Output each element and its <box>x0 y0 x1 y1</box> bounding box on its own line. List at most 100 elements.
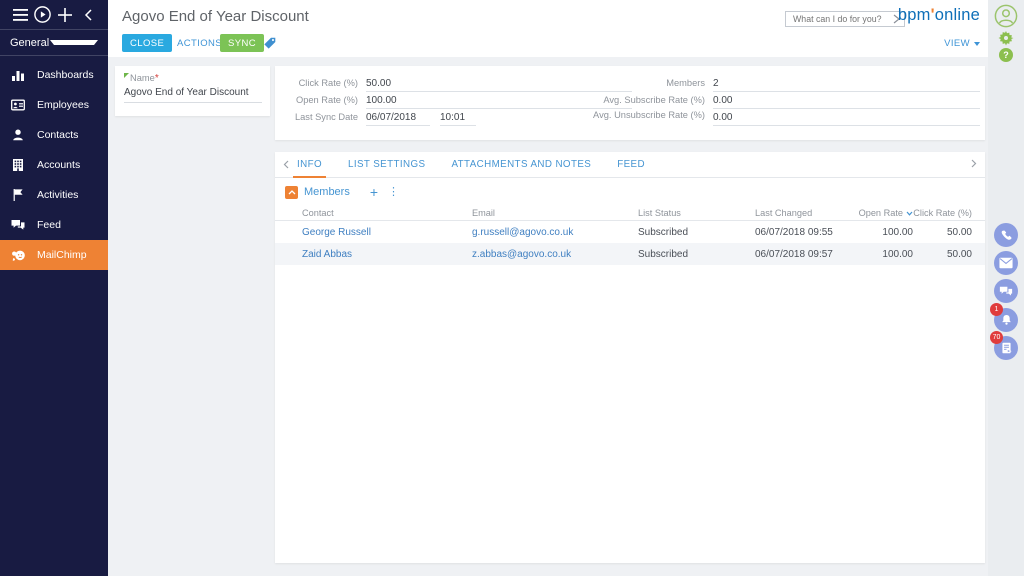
view-label: VIEW <box>944 38 970 49</box>
contacts-icon <box>10 127 27 144</box>
modified-marker-icon <box>124 73 129 78</box>
task-badge: 70 <box>990 331 1003 344</box>
collapse-section-icon[interactable] <box>285 185 298 199</box>
sidebar-item-label: Contacts <box>37 129 79 141</box>
command-line-search <box>785 11 905 27</box>
content-area: Name* Agovo End of Year Discount Click R… <box>108 57 988 576</box>
contact-link[interactable]: George Russell <box>302 227 472 238</box>
members-count-value[interactable]: 2 <box>713 78 980 92</box>
table-row[interactable]: Zaid Abbas z.abbas@agovo.co.uk Subscribe… <box>275 243 985 265</box>
col-last-changed[interactable]: Last Changed <box>755 208 853 218</box>
click-rate-cell: 50.00 <box>946 248 972 260</box>
detail-card: INFO LIST SETTINGS ATTACHMENTS AND NOTES… <box>275 152 985 563</box>
members-grid: Contact Email List Status Last Changed O… <box>275 206 985 265</box>
close-button[interactable]: CLOSE <box>122 34 173 52</box>
run-process-icon[interactable] <box>32 0 55 30</box>
tab-info[interactable]: INFO <box>292 152 327 178</box>
sidebar-item-label: Feed <box>37 219 61 231</box>
sidebar-item-mailchimp[interactable]: MailChimp <box>0 240 108 270</box>
avg-unsubscribe-value[interactable]: 0.00 <box>713 112 980 126</box>
actions-label: ACTIONS <box>177 37 223 49</box>
col-open-rate[interactable]: Open Rate <box>853 208 913 218</box>
sidebar-toolbar <box>0 0 108 30</box>
activities-flag-icon <box>10 187 27 204</box>
add-new-icon[interactable] <box>54 0 77 30</box>
tab-bar: INFO LIST SETTINGS ATTACHMENTS AND NOTES… <box>275 152 985 178</box>
sidebar-item-label: Accounts <box>37 159 81 171</box>
open-rate-cell: 100.00 <box>882 248 913 260</box>
contact-link[interactable]: Zaid Abbas <box>302 249 472 260</box>
collapse-sidebar-icon[interactable] <box>77 0 100 30</box>
notification-badge: 1 <box>990 303 1003 316</box>
sidebar-item-label: Employees <box>37 99 89 111</box>
tag-icon[interactable] <box>262 36 277 51</box>
col-list-status[interactable]: List Status <box>638 208 755 218</box>
phone-call-icon[interactable] <box>994 223 1018 247</box>
name-field-label: Name <box>130 73 155 83</box>
sort-desc-icon <box>906 208 913 218</box>
open-rate-cell: 100.00 <box>882 226 913 238</box>
col-contact[interactable]: Contact <box>302 208 472 218</box>
table-row[interactable]: George Russell g.russell@agovo.co.uk Sub… <box>275 221 985 243</box>
help-icon[interactable]: ? <box>999 48 1013 62</box>
sidebar-item-feed[interactable]: Feed <box>0 210 108 240</box>
view-dropdown-button[interactable]: VIEW <box>944 38 980 49</box>
tab-feed[interactable]: FEED <box>617 152 645 178</box>
right-side-panel: ? 1 70 <box>988 0 1024 576</box>
members-menu-icon[interactable]: ⋮ <box>388 186 399 198</box>
sidebar-item-label: MailChimp <box>37 249 87 261</box>
workspace-selector[interactable]: General <box>0 30 108 56</box>
avg-subscribe-field: Avg. Subscribe Rate (%) 0.00 <box>275 95 985 111</box>
email-icon[interactable] <box>994 251 1018 275</box>
stats-fields-card: Click Rate (%) 50.00 Open Rate (%) 100.0… <box>275 66 985 140</box>
sidebar-item-dashboards[interactable]: Dashboards <box>0 60 108 90</box>
list-status-cell: Subscribed <box>638 226 689 238</box>
col-email[interactable]: Email <box>472 208 638 218</box>
tabs: INFO LIST SETTINGS ATTACHMENTS AND NOTES… <box>292 152 645 178</box>
members-section-header: Members + ⋮ <box>275 184 399 200</box>
click-rate-cell: 50.00 <box>946 226 972 238</box>
tabs-scroll-left-icon[interactable] <box>275 160 297 169</box>
sidebar-item-label: Activities <box>37 189 79 201</box>
members-count-field: Members 2 <box>275 78 985 94</box>
email-link[interactable]: g.russell@agovo.co.uk <box>472 227 638 238</box>
grid-header-row: Contact Email List Status Last Changed O… <box>275 206 985 221</box>
sidebar-item-accounts[interactable]: Accounts <box>0 150 108 180</box>
menu-hamburger-icon[interactable] <box>9 0 32 30</box>
tab-attachments-and-notes[interactable]: ATTACHMENTS AND NOTES <box>451 152 591 178</box>
chevron-down-icon <box>974 41 980 46</box>
email-link[interactable]: z.abbas@agovo.co.uk <box>472 249 638 260</box>
chat-icon[interactable] <box>994 279 1018 303</box>
members-section-title: Members <box>304 186 350 198</box>
tabs-scroll-right-icon[interactable] <box>971 159 977 171</box>
name-card: Name* Agovo End of Year Discount <box>115 66 270 116</box>
avg-subscribe-value[interactable]: 0.00 <box>713 95 980 109</box>
sidebar-item-contacts[interactable]: Contacts <box>0 120 108 150</box>
sync-button[interactable]: SYNC <box>220 34 264 52</box>
topbar: Agovo End of Year Discount CLOSE ACTIONS… <box>108 0 988 57</box>
required-mark: * <box>154 73 159 84</box>
tab-list-settings[interactable]: LIST SETTINGS <box>348 152 425 178</box>
name-field-label-row: Name* <box>124 73 159 84</box>
sidebar-item-employees[interactable]: Employees <box>0 90 108 120</box>
last-changed-cell: 06/07/2018 09:57 <box>755 248 833 260</box>
members-count-label: Members <box>666 78 705 88</box>
name-field-value[interactable]: Agovo End of Year Discount <box>124 87 262 103</box>
avg-unsubscribe-field: Avg. Unsubscribe Rate (%) 0.00 <box>275 110 985 126</box>
sidebar-item-activities[interactable]: Activities <box>0 180 108 210</box>
bpmonline-logo: bpm'online <box>897 6 980 24</box>
settings-gear-icon[interactable] <box>998 30 1014 46</box>
dashboards-icon <box>10 67 27 84</box>
workspace-label: General <box>10 36 50 49</box>
sidebar: General Dashboards Employees Contacts Ac… <box>0 0 108 576</box>
col-click-rate[interactable]: Click Rate (%) <box>913 208 985 218</box>
search-input[interactable] <box>793 14 893 24</box>
feed-icon <box>10 217 27 234</box>
mailchimp-monkey-icon <box>10 247 27 264</box>
accounts-icon <box>10 157 27 174</box>
avg-unsubscribe-label: Avg. Unsubscribe Rate (%) <box>593 110 705 120</box>
page-title: Agovo End of Year Discount <box>122 8 309 25</box>
add-member-button[interactable]: + <box>370 185 378 199</box>
user-avatar-icon[interactable] <box>994 4 1018 28</box>
chevron-down-icon <box>50 40 98 45</box>
